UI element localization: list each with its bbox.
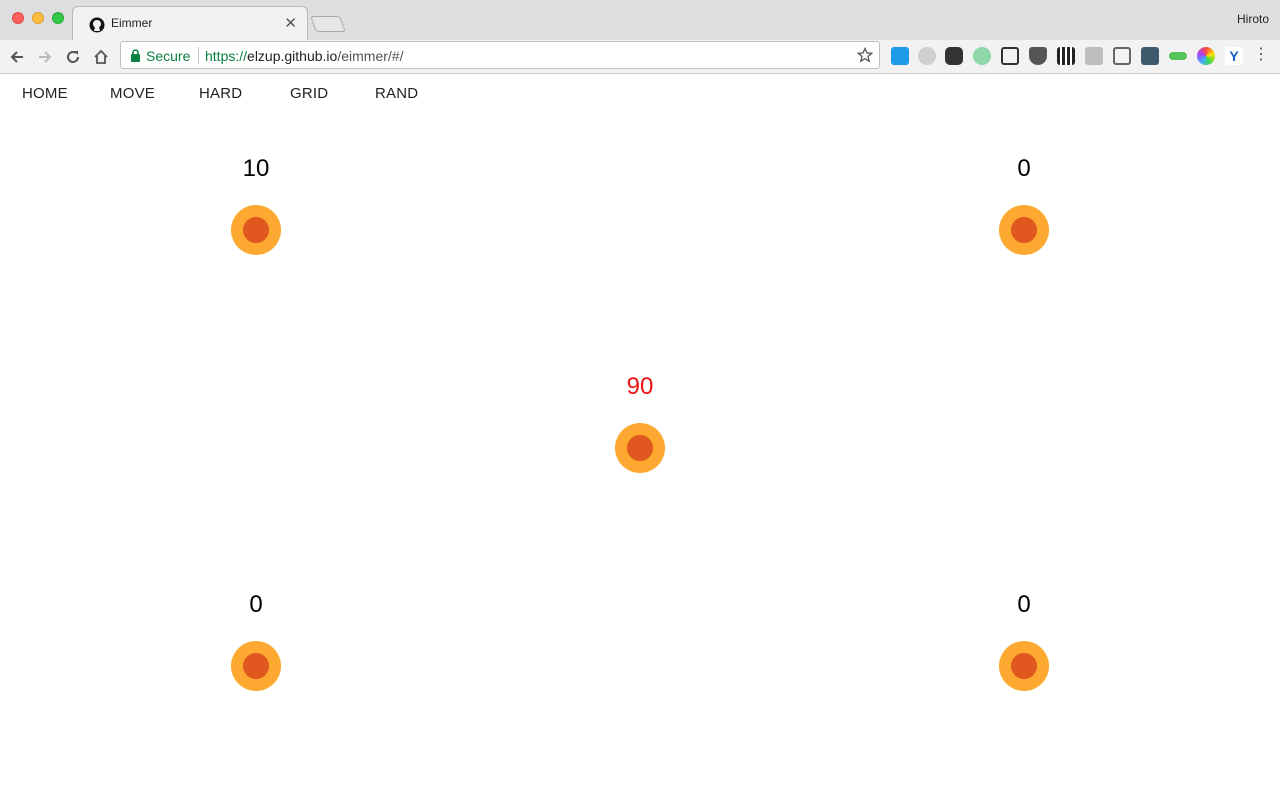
url-scheme: https:// bbox=[205, 48, 248, 64]
target-button[interactable] bbox=[615, 423, 665, 473]
target-core bbox=[627, 435, 653, 461]
target-button[interactable] bbox=[231, 205, 281, 255]
address-bar[interactable]: Secure https://elzup.github.io/eimmer/#/ bbox=[120, 41, 880, 69]
nav-home-link[interactable]: HOME bbox=[22, 85, 68, 102]
target-bottom-right: 0 bbox=[974, 591, 1074, 701]
toggle-icon[interactable] bbox=[1169, 52, 1187, 60]
new-tab-button[interactable] bbox=[310, 16, 346, 32]
grammarly-icon[interactable] bbox=[1141, 47, 1159, 65]
screenshot-icon[interactable] bbox=[1001, 47, 1019, 65]
target-score: 0 bbox=[1017, 591, 1031, 618]
target-core bbox=[243, 217, 269, 243]
target-button[interactable] bbox=[999, 641, 1049, 691]
reader-icon[interactable] bbox=[1085, 47, 1103, 65]
translate-icon[interactable] bbox=[891, 47, 909, 65]
home-icon[interactable] bbox=[89, 45, 113, 69]
forward-icon[interactable] bbox=[33, 45, 57, 69]
target-core bbox=[243, 653, 269, 679]
target-top-right: 0 bbox=[974, 155, 1074, 265]
github-icon bbox=[89, 17, 105, 33]
target-score: 0 bbox=[1017, 155, 1031, 182]
page-nav: HOME MOVE HARD GRID RAND bbox=[0, 74, 1280, 114]
target-score: 0 bbox=[249, 591, 263, 618]
target-core bbox=[1011, 217, 1037, 243]
tab-title: Eimmer bbox=[111, 16, 153, 30]
target-center: 90 bbox=[590, 373, 690, 483]
url-host: elzup.github.io bbox=[247, 48, 338, 64]
ghostery-icon[interactable] bbox=[945, 47, 963, 65]
nav-move-link[interactable]: MOVE bbox=[110, 85, 155, 102]
color-picker-icon[interactable] bbox=[973, 47, 991, 65]
yoast-icon[interactable]: Y bbox=[1225, 47, 1243, 65]
target-score: 10 bbox=[242, 155, 270, 182]
target-button[interactable] bbox=[231, 641, 281, 691]
nav-grid-link[interactable]: GRID bbox=[290, 85, 328, 102]
browser-tab[interactable]: Eimmer ✕ bbox=[72, 6, 308, 40]
menu-icon[interactable]: ⋮ bbox=[1253, 47, 1269, 65]
cast-icon[interactable] bbox=[1113, 47, 1131, 65]
pocket-icon[interactable] bbox=[1029, 47, 1047, 65]
back-icon[interactable] bbox=[5, 45, 29, 69]
maximize-window-button[interactable] bbox=[52, 12, 64, 24]
nav-hard-link[interactable]: HARD bbox=[199, 85, 242, 102]
browser-toolbar: Secure https://elzup.github.io/eimmer/#/… bbox=[0, 40, 1280, 74]
profile-name[interactable]: Hiroto bbox=[1237, 12, 1269, 26]
target-button[interactable] bbox=[999, 205, 1049, 255]
close-window-button[interactable] bbox=[12, 12, 24, 24]
url-text[interactable]: https://elzup.github.io/eimmer/#/ bbox=[205, 48, 403, 64]
browser-titlebar: Eimmer ✕ Hiroto bbox=[0, 0, 1280, 40]
target-core bbox=[1011, 653, 1037, 679]
nav-rand-link[interactable]: RAND bbox=[375, 85, 418, 102]
bookmark-star-icon[interactable] bbox=[856, 46, 874, 68]
secure-label: Secure bbox=[146, 48, 191, 64]
target-bottom-left: 0 bbox=[206, 591, 306, 701]
tab-close-icon[interactable]: ✕ bbox=[284, 14, 297, 32]
reload-icon[interactable] bbox=[61, 45, 85, 69]
minimize-window-button[interactable] bbox=[32, 12, 44, 24]
address-separator bbox=[198, 47, 199, 64]
url-path: /eimmer/#/ bbox=[337, 48, 404, 64]
color-wheel-icon[interactable] bbox=[1197, 47, 1215, 65]
stylebot-icon[interactable] bbox=[918, 47, 936, 65]
target-top-left: 10 bbox=[206, 155, 306, 265]
lock-icon bbox=[130, 49, 141, 67]
qr-code-icon[interactable] bbox=[1057, 47, 1075, 65]
target-score: 90 bbox=[626, 373, 654, 400]
